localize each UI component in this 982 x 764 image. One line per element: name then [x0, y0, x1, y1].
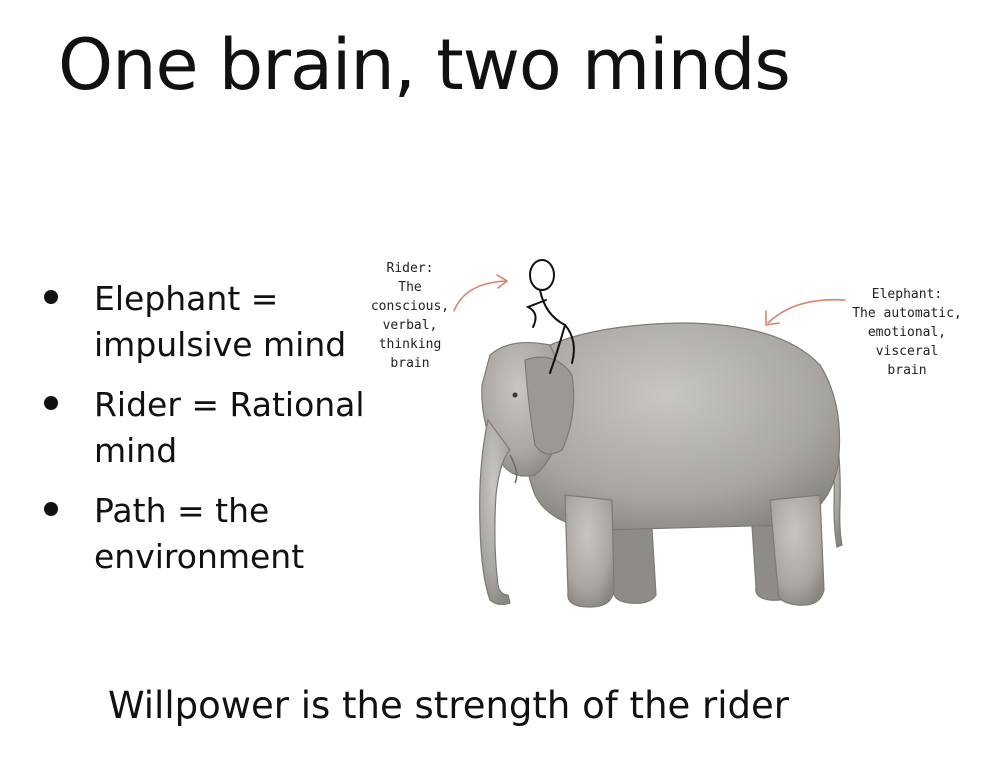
slide-title: One brain, two minds [58, 24, 791, 106]
rider-note-line: Rider: [386, 261, 434, 276]
rider-note-line: thinking [378, 337, 442, 352]
bullet-item-path: Path = the environment [44, 488, 374, 580]
annotation-arrows [453, 274, 846, 326]
slide: One brain, two minds Elephant = impulsiv… [0, 0, 982, 764]
bullet-dot-icon [44, 290, 58, 304]
rider-note-line: brain [390, 356, 430, 371]
slide-caption: Willpower is the strength of the rider [108, 684, 789, 727]
elephant-note-line: visceral [875, 344, 939, 359]
bullet-line: mind [94, 431, 178, 470]
rider-note-line: The [398, 280, 422, 295]
elephant-rider-figure: Rider: The conscious, verbal, thinking b… [350, 245, 980, 625]
bullet-dot-icon [44, 502, 58, 516]
rider-annotation: Rider: The conscious, verbal, thinking b… [360, 259, 460, 373]
elephant-note-line: Elephant: [871, 287, 943, 302]
elephant-note-line: emotional, [867, 325, 947, 340]
elephant-note-line: brain [887, 363, 927, 378]
bullet-line: Elephant = [94, 279, 279, 318]
bullet-item-elephant: Elephant = impulsive mind [44, 276, 374, 368]
rider-note-line: verbal, [382, 318, 438, 333]
elephant-note-line: The automatic, [852, 306, 962, 321]
bullet-dot-icon [44, 396, 58, 410]
bullet-line: Path = the [94, 491, 270, 530]
elephant-icon [479, 322, 843, 608]
bullet-line: impulsive mind [94, 325, 347, 364]
arrow-to-rider-icon [453, 280, 507, 312]
bullet-line: environment [94, 537, 305, 576]
bullet-item-rider: Rider = Rational mind [44, 382, 374, 474]
bullet-list: Elephant = impulsive mind Rider = Ration… [44, 276, 374, 594]
elephant-annotation: Elephant: The automatic, emotional, visc… [832, 285, 982, 380]
bullet-line: Rider = Rational [94, 385, 365, 424]
rider-note-line: conscious, [370, 299, 450, 314]
